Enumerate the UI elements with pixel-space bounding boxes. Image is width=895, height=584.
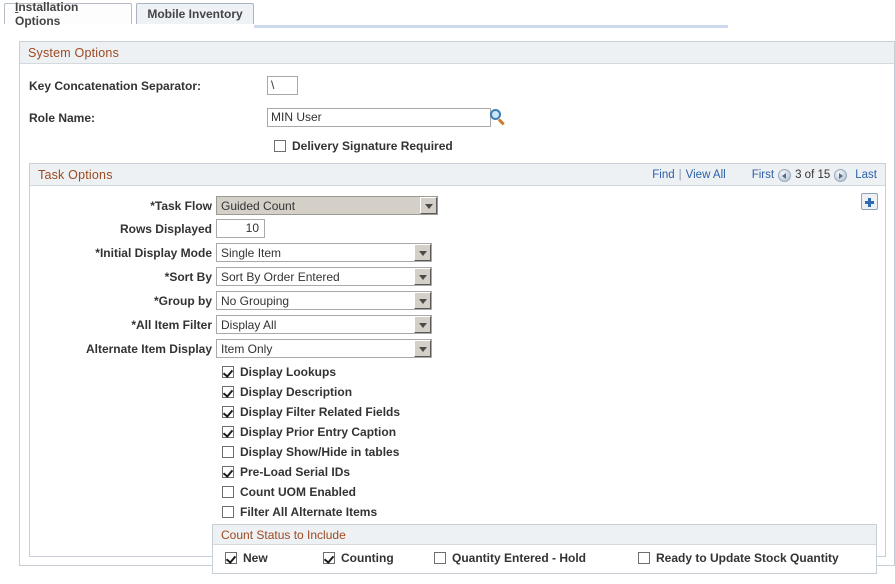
system-options-header: System Options bbox=[20, 42, 894, 64]
count-status-counting-checkbox[interactable] bbox=[323, 552, 335, 564]
nav-separator: | bbox=[679, 169, 682, 181]
key-separator-label: Key Concatenation Separator: bbox=[29, 79, 201, 93]
count-status-title: Count Status to Include bbox=[221, 528, 346, 542]
task-options-nav: Find | View All First 3 of 15 Last bbox=[652, 164, 877, 186]
delivery-signature-row[interactable]: Delivery Signature Required bbox=[274, 139, 453, 153]
role-name-label: Role Name: bbox=[29, 111, 95, 125]
alternate-item-display-label: Alternate Item Display bbox=[46, 342, 212, 356]
all-item-filter-select[interactable]: Display All bbox=[216, 315, 432, 334]
tab-underline-rule bbox=[254, 25, 728, 28]
view-all-link[interactable]: View All bbox=[686, 169, 726, 181]
initial-display-mode-value: Single Item bbox=[217, 246, 414, 260]
delivery-signature-label: Delivery Signature Required bbox=[292, 139, 453, 153]
first-link[interactable]: First bbox=[752, 169, 774, 181]
task-options-title: Task Options bbox=[38, 168, 113, 182]
magnifier-handle bbox=[498, 118, 505, 125]
count-status-quantity-entered-hold-label: Quantity Entered - Hold bbox=[452, 551, 586, 565]
checkbox-display-prior-entry-caption[interactable]: Display Prior Entry Caption bbox=[222, 425, 396, 439]
task-flow-label: *Task Flow bbox=[66, 199, 212, 213]
display-description-checkbox[interactable] bbox=[222, 386, 234, 398]
filter-all-alternate-items-checkbox[interactable] bbox=[222, 506, 234, 518]
count-status-group: Count Status to Include New Counting Qua… bbox=[212, 524, 877, 574]
task-options-header: Task Options Find | View All First 3 of … bbox=[30, 164, 885, 186]
group-by-value: No Grouping bbox=[217, 294, 414, 308]
count-status-new[interactable]: New bbox=[225, 551, 268, 565]
alternate-item-display-select[interactable]: Item Only bbox=[216, 339, 432, 358]
count-status-header: Count Status to Include bbox=[213, 525, 876, 545]
role-name-input[interactable]: MIN User bbox=[267, 108, 491, 127]
count-status-quantity-entered-hold-checkbox[interactable] bbox=[434, 552, 446, 564]
task-flow-select[interactable]: Guided Count bbox=[216, 196, 438, 215]
tab-installation-options[interactable]: Installation Options bbox=[4, 3, 132, 24]
alternate-item-display-value: Item Only bbox=[217, 342, 414, 356]
checkbox-display-show-hide-in-tables[interactable]: Display Show/Hide in tables bbox=[222, 445, 399, 459]
count-status-counting-label: Counting bbox=[341, 551, 394, 565]
alternate-item-display-chevron-down-icon[interactable] bbox=[414, 340, 431, 357]
row-position: 3 of 15 bbox=[795, 169, 830, 181]
display-filter-related-fields-checkbox[interactable] bbox=[222, 406, 234, 418]
checkbox-filter-all-alternate-items[interactable]: Filter All Alternate Items bbox=[222, 505, 377, 519]
next-arrow-icon[interactable] bbox=[834, 169, 847, 182]
count-status-counting[interactable]: Counting bbox=[323, 551, 394, 565]
count-status-new-checkbox[interactable] bbox=[225, 552, 237, 564]
sort-by-select[interactable]: Sort By Order Entered bbox=[216, 267, 432, 286]
checkbox-display-lookups[interactable]: Display Lookups bbox=[222, 365, 336, 379]
rows-displayed-input[interactable]: 10 bbox=[216, 219, 265, 238]
pre-load-serial-ids-label: Pre-Load Serial IDs bbox=[240, 465, 350, 479]
initial-display-mode-select[interactable]: Single Item bbox=[216, 243, 432, 262]
initial-display-mode-chevron-down-icon[interactable] bbox=[414, 244, 431, 261]
key-separator-input[interactable]: \ bbox=[267, 76, 298, 95]
prev-arrow-icon[interactable] bbox=[778, 169, 791, 182]
all-item-filter-label: *All Item Filter bbox=[56, 318, 212, 332]
rows-displayed-label: Rows Displayed bbox=[66, 222, 212, 236]
all-item-filter-chevron-down-icon[interactable] bbox=[414, 316, 431, 333]
task-options-group: Task Options Find | View All First 3 of … bbox=[29, 163, 886, 557]
checkbox-display-description[interactable]: Display Description bbox=[222, 385, 352, 399]
all-item-filter-value: Display All bbox=[217, 318, 414, 332]
task-flow-chevron-down-icon[interactable] bbox=[420, 197, 437, 214]
checkbox-count-uom-enabled[interactable]: Count UOM Enabled bbox=[222, 485, 356, 499]
tab-mobile-inventory-label: Mobile Inventory bbox=[147, 7, 242, 21]
count-status-quantity-entered-hold[interactable]: Quantity Entered - Hold bbox=[434, 551, 586, 565]
initial-display-mode-label: *Initial Display Mode bbox=[56, 246, 212, 260]
tab-mobile-inventory[interactable]: Mobile Inventory bbox=[136, 3, 254, 24]
page-root: Installation Options Mobile Inventory Sy… bbox=[0, 0, 895, 584]
magnifier-icon[interactable] bbox=[490, 109, 506, 125]
count-status-ready-to-update[interactable]: Ready to Update Stock Quantity bbox=[638, 551, 839, 565]
checkbox-display-filter-related-fields[interactable]: Display Filter Related Fields bbox=[222, 405, 400, 419]
tab-installation-options-label: Installation Options bbox=[15, 0, 121, 28]
display-filter-related-fields-label: Display Filter Related Fields bbox=[240, 405, 400, 419]
count-uom-enabled-label: Count UOM Enabled bbox=[240, 485, 356, 499]
display-lookups-label: Display Lookups bbox=[240, 365, 336, 379]
last-link[interactable]: Last bbox=[855, 169, 877, 181]
system-options-title: System Options bbox=[28, 46, 119, 60]
find-link[interactable]: Find bbox=[652, 169, 674, 181]
sort-by-chevron-down-icon[interactable] bbox=[414, 268, 431, 285]
pre-load-serial-ids-checkbox[interactable] bbox=[222, 466, 234, 478]
display-prior-entry-caption-label: Display Prior Entry Caption bbox=[240, 425, 396, 439]
filter-all-alternate-items-label: Filter All Alternate Items bbox=[240, 505, 377, 519]
task-flow-value: Guided Count bbox=[217, 199, 420, 213]
display-show-hide-in-tables-checkbox[interactable] bbox=[222, 446, 234, 458]
sort-by-label: *Sort By bbox=[56, 270, 212, 284]
display-description-label: Display Description bbox=[240, 385, 352, 399]
system-options-group: System Options Key Concatenation Separat… bbox=[19, 41, 895, 566]
sort-by-value: Sort By Order Entered bbox=[217, 270, 414, 284]
add-row-icon[interactable] bbox=[861, 193, 878, 210]
group-by-label: *Group by bbox=[56, 294, 212, 308]
group-by-chevron-down-icon[interactable] bbox=[414, 292, 431, 309]
display-lookups-checkbox[interactable] bbox=[222, 366, 234, 378]
count-status-ready-to-update-label: Ready to Update Stock Quantity bbox=[656, 551, 839, 565]
count-status-ready-to-update-checkbox[interactable] bbox=[638, 552, 650, 564]
count-status-new-label: New bbox=[243, 551, 268, 565]
display-prior-entry-caption-checkbox[interactable] bbox=[222, 426, 234, 438]
count-uom-enabled-checkbox[interactable] bbox=[222, 486, 234, 498]
group-by-select[interactable]: No Grouping bbox=[216, 291, 432, 310]
display-show-hide-in-tables-label: Display Show/Hide in tables bbox=[240, 445, 399, 459]
row-navigator: First 3 of 15 Last bbox=[752, 169, 877, 182]
delivery-signature-checkbox[interactable] bbox=[274, 140, 286, 152]
checkbox-pre-load-serial-ids[interactable]: Pre-Load Serial IDs bbox=[222, 465, 350, 479]
tab-bar: Installation Options Mobile Inventory bbox=[0, 0, 895, 30]
